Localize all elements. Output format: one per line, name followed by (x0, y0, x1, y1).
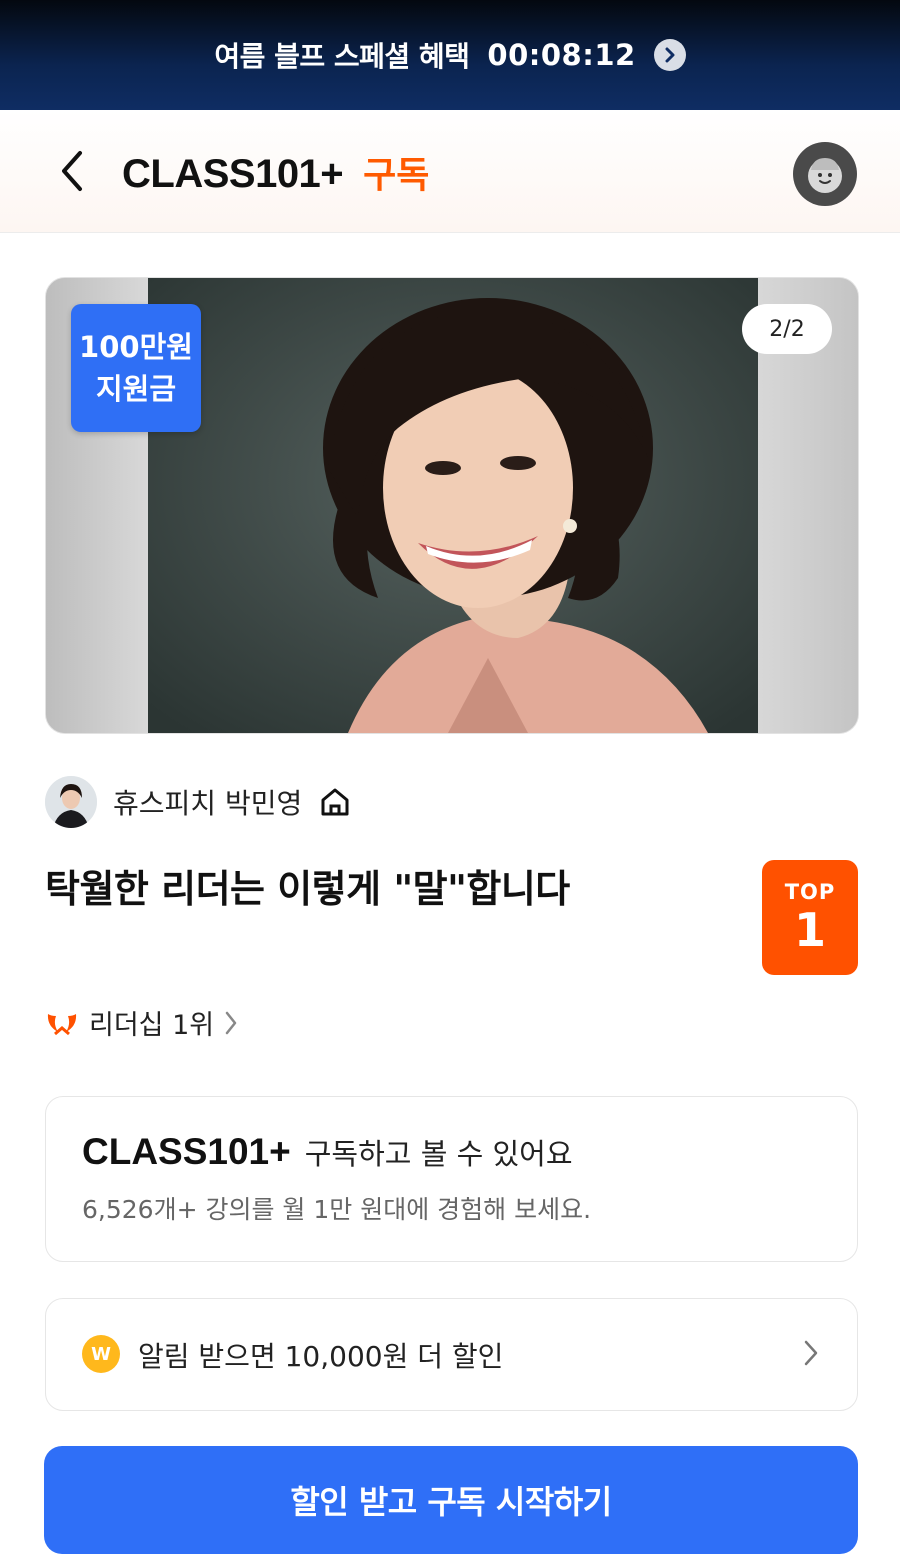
brand-subtitle: 구독 (363, 155, 430, 196)
notification-discount-card[interactable]: W 알림 받으면 10,000원 더 할인 (45, 1298, 858, 1411)
category-ranking-link[interactable]: 리더십 1위 (45, 1003, 238, 1042)
notification-discount-text: 알림 받으면 10,000원 더 할인 (138, 1340, 504, 1373)
creator-name: 휴스피치 박민영 (113, 787, 303, 820)
promo-title: 여름 블프 스페셜 혜택 (214, 40, 470, 73)
ranking-text: 리더십 1위 (89, 1010, 215, 1041)
smiley-avatar-icon (808, 158, 842, 193)
back-button[interactable] (50, 146, 94, 196)
course-hero-image[interactable]: 100만원 지원금 2/2 (45, 277, 859, 734)
promo-banner[interactable]: 여름 블프 스페셜 혜택 00:08:12 (0, 0, 900, 110)
subscription-brand: CLASS101+ (82, 1131, 291, 1172)
grant-badge-line2: 지원금 (95, 372, 177, 406)
top-badge-rank: 1 (793, 902, 826, 957)
creator-row[interactable]: 휴스피치 박민영 (45, 776, 352, 828)
won-coin-icon: W (82, 1335, 120, 1373)
chevron-left-icon (62, 151, 82, 191)
subscription-title: 구독하고 볼 수 있어요 (304, 1137, 573, 1171)
home-icon[interactable] (318, 785, 352, 819)
chevron-right-icon[interactable] (653, 39, 686, 71)
course-title: 탁월한 리더는 이렇게 "말"합니다 (45, 867, 570, 911)
chevron-right-icon (804, 1340, 818, 1366)
top-rank-badge: TOP 1 (762, 860, 858, 975)
grant-badge-line1: 100만원 (79, 330, 193, 364)
image-page-indicator: 2/2 (742, 304, 832, 354)
laurel-icon (47, 1013, 77, 1035)
promo-countdown: 00:08:12 (487, 38, 636, 72)
profile-button[interactable] (793, 142, 857, 206)
instructor-photo (148, 278, 758, 733)
brand-logo: CLASS101+ (122, 152, 344, 196)
top-badge-label: TOP (784, 879, 836, 904)
grant-badge: 100만원 지원금 (71, 304, 201, 432)
brand-title: CLASS101+ 구독 (122, 146, 429, 198)
start-subscription-button[interactable]: 할인 받고 구독 시작하기 (44, 1446, 858, 1554)
chevron-right-icon (225, 1011, 237, 1034)
subscription-description: 6,526개+ 강의를 월 1만 원대에 경험해 보세요. (82, 1195, 592, 1224)
app-header: CLASS101+ 구독 (0, 110, 900, 233)
subscription-info-card: CLASS101+ 구독하고 볼 수 있어요 6,526개+ 강의를 월 1만 … (45, 1096, 858, 1262)
subscription-heading: CLASS101+ 구독하고 볼 수 있어요 (82, 1131, 573, 1173)
creator-avatar (45, 776, 97, 828)
